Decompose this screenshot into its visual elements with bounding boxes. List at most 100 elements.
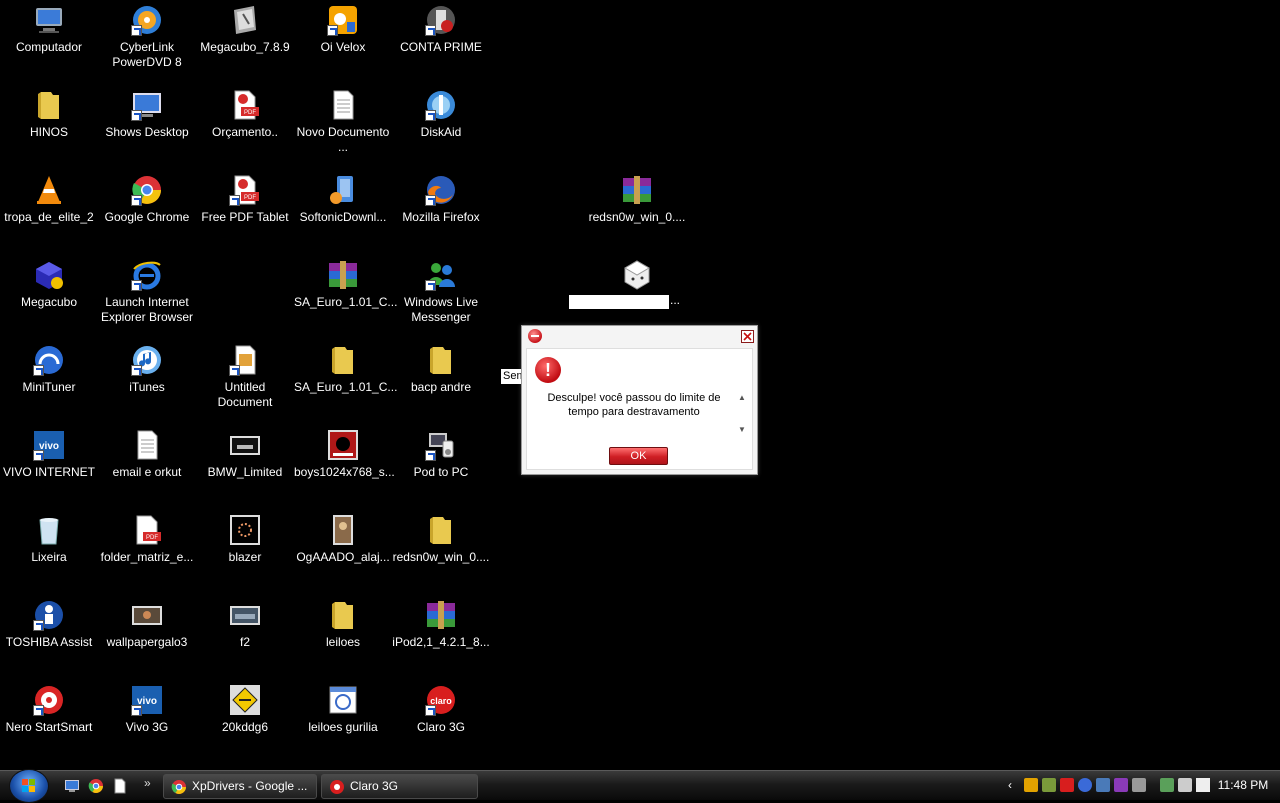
task-button-claro[interactable]: Claro 3G (321, 774, 478, 799)
quick-launch-more-icon[interactable]: » (144, 776, 151, 790)
desktop-icon-label: blazer (228, 550, 262, 564)
desktop-icon-boys1024[interactable]: boys1024x768_s... (294, 427, 395, 511)
desktop-icon-conta-prime[interactable]: CONTA PRIME (392, 2, 490, 86)
desktop-icon-bmw-limited[interactable]: BMW_Limited (196, 427, 294, 511)
tray-app-icon[interactable] (1024, 778, 1038, 792)
desktop-icon-pod-to-pc[interactable]: Pod to PC (392, 427, 490, 511)
desktop-icon-megacubo[interactable]: Megacubo (0, 257, 98, 341)
desktop-icon-label: Megacubo_7.8.9 (200, 40, 290, 54)
desktop-icon-sa-euro-rar[interactable]: SA_Euro_1.01_C... (294, 257, 398, 341)
desktop-icon-firefox[interactable]: Mozilla Firefox (392, 172, 490, 256)
windows-logo-icon (22, 779, 35, 792)
desktop-icon-label: Nero StartSmart (5, 720, 93, 734)
dialog-titlebar[interactable] (522, 326, 757, 348)
desktop-icon-tropa-de-elite[interactable]: tropa_de_elite_2 (0, 172, 98, 256)
chrome-icon[interactable] (88, 778, 104, 794)
folder-icon (425, 344, 457, 376)
tray-app-icon[interactable] (1114, 778, 1128, 792)
desktop-icon-label: SA_Euro_1.01_C... (294, 295, 398, 309)
vlc-icon (33, 174, 65, 206)
desktop-icon-untitled-document[interactable]: Untitled Document (196, 342, 294, 426)
show-desktop-icon[interactable] (64, 778, 80, 794)
desktop-icon-blazer[interactable]: blazer (196, 512, 294, 596)
desktop-icon-ogaaado[interactable]: OgAAADO_alaj... (294, 512, 392, 596)
task-button-chrome[interactable]: XpDrivers - Google ... (163, 774, 317, 799)
cube-icon (621, 259, 653, 291)
document-icon[interactable] (112, 778, 128, 794)
desktop-icon-label: Lixeira (31, 550, 67, 564)
desktop-icon-hinos[interactable]: HINOS (0, 87, 98, 171)
close-button[interactable] (741, 330, 754, 343)
desktop-icon-label: SA_Euro_1.01_C... (294, 380, 398, 394)
text-document-icon (327, 89, 359, 121)
winrar-icon (621, 174, 653, 206)
desktop-icon-leiloes-gurilia[interactable]: leiloes gurilia (294, 682, 392, 766)
ati-icon[interactable] (1060, 778, 1074, 792)
start-button[interactable] (9, 769, 49, 803)
desktop-icon-powerdvd[interactable]: CyberLink PowerDVD 8 (98, 2, 196, 86)
desktop-icon-label: wallpapergalo3 (106, 635, 188, 649)
network-status-icon[interactable] (1178, 778, 1192, 792)
desktop-icon-label: MiniTuner (22, 380, 76, 394)
desktop-icon-sa-euro-folder[interactable]: SA_Euro_1.01_C... (294, 342, 398, 426)
desktop-icon-lixeira[interactable]: Lixeira (0, 512, 98, 596)
desktop-icon-label: ... (670, 293, 681, 307)
avast-icon[interactable] (1078, 778, 1092, 792)
tray-app-icon[interactable] (1132, 778, 1146, 792)
clock[interactable]: 11:48 PM (1211, 778, 1275, 792)
desktop-icon-toshiba-assist[interactable]: TOSHIBA Assist (0, 597, 98, 681)
desktop-icon-free-pdf-tablet[interactable]: PDF Free PDF Tablet (196, 172, 294, 256)
image-icon (131, 599, 163, 631)
desktop-icon-google-chrome[interactable]: Google Chrome (98, 172, 196, 256)
pdf-icon: PDF (131, 514, 163, 546)
desktop-icon-softonic[interactable]: SoftonicDownl... (294, 172, 392, 256)
scroll-up-icon[interactable]: ▲ (737, 393, 747, 403)
renaming-label-box[interactable] (569, 295, 669, 309)
desktop-icon-megacubo-installer[interactable]: Megacubo_7.8.9 (196, 2, 294, 86)
tray-expand-icon[interactable]: ‹ (1008, 778, 1012, 792)
desktop-icon-diskaid[interactable]: DiskAid (392, 87, 490, 171)
desktop-icon-vivo-3g[interactable]: vivo Vivo 3G (98, 682, 196, 766)
desktop-icon-leiloes[interactable]: leiloes (294, 597, 392, 681)
show-desktop-icon (131, 89, 163, 121)
desktop-icon-shows-desktop[interactable]: Shows Desktop (98, 87, 196, 171)
desktop-icon-folder-matriz[interactable]: PDF folder_matriz_e... (98, 512, 196, 596)
desktop-icon-redsn0w-rar[interactable]: redsn0w_win_0.... (588, 172, 686, 256)
desktop-icon-label: HINOS (29, 125, 68, 139)
image-icon (327, 514, 359, 546)
desktop-icon-novo-documento[interactable]: Novo Documento ... (294, 87, 392, 171)
toshiba-assist-icon (33, 599, 65, 631)
battery-icon[interactable] (1160, 778, 1174, 792)
pdf-icon: PDF (229, 174, 261, 206)
desktop-icon-f2[interactable]: f2 (196, 597, 294, 681)
desktop-icon-orcamento[interactable]: PDF Orçamento.. (196, 87, 294, 171)
desktop-icon-internet-explorer[interactable]: Launch Internet Explorer Browser (98, 257, 196, 341)
scroll-down-icon[interactable]: ▼ (737, 425, 747, 435)
desktop-icon-label: Untitled Document (217, 380, 273, 409)
document-icon (229, 344, 261, 376)
task-label: XpDrivers - Google ... (192, 779, 308, 793)
desktop-icon-claro-3g[interactable]: claro Claro 3G (392, 682, 490, 766)
volume-icon[interactable] (1196, 778, 1210, 792)
desktop-icon-minituner[interactable]: MiniTuner (0, 342, 98, 426)
tray-app-icon[interactable] (1042, 778, 1056, 792)
network-icon[interactable] (1096, 778, 1110, 792)
desktop-icon-label: 20kddg6 (221, 720, 269, 734)
desktop-icon-email-e-orkut[interactable]: email e orkut (98, 427, 196, 511)
desktop-icon-oi-velox[interactable]: Oi Velox (294, 2, 392, 86)
desktop-icon-wallpapergalo3[interactable]: wallpapergalo3 (98, 597, 196, 681)
desktop-icon-live-messenger[interactable]: Windows Live Messenger (392, 257, 490, 341)
folder-icon (327, 599, 359, 631)
desktop-icon-label: BMW_Limited (207, 465, 283, 479)
desktop-icon-computador[interactable]: Computador (0, 2, 98, 86)
desktop-icon-bacp-andre[interactable]: bacp andre (392, 342, 490, 426)
desktop-icon-20kddg6[interactable]: 20kddg6 (196, 682, 294, 766)
desktop-icon-itunes[interactable]: iTunes (98, 342, 196, 426)
ok-button[interactable]: OK (609, 447, 668, 465)
desktop-icon-vivo-internet[interactable]: vivo VIVO INTERNET (0, 427, 98, 511)
desktop-icon-nero[interactable]: Nero StartSmart (0, 682, 98, 766)
desktop-icon-ipod-firmware[interactable]: iPod2,1_4.2.1_8... (392, 597, 490, 681)
error-icon: ! (535, 357, 561, 383)
diskaid-icon (425, 89, 457, 121)
desktop-icon-redsn0w-folder[interactable]: redsn0w_win_0.... (392, 512, 490, 596)
